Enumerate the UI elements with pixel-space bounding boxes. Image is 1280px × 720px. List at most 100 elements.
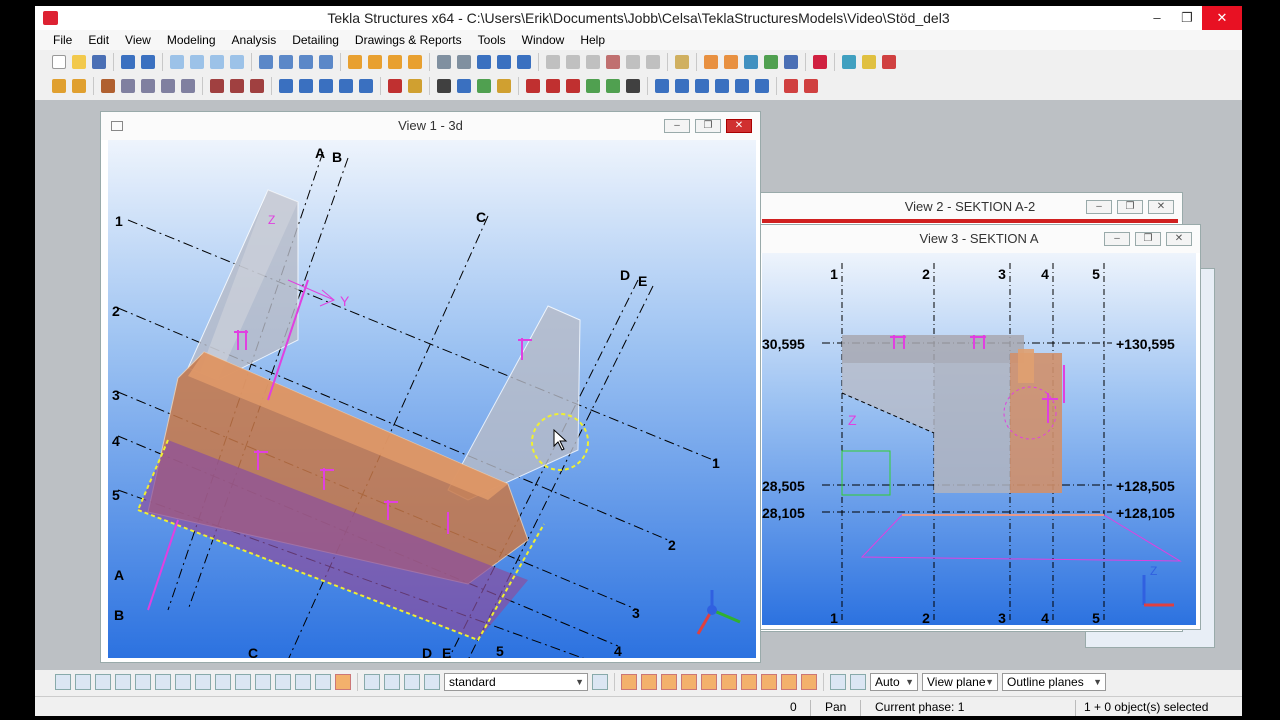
work-plane-icon[interactable] bbox=[457, 79, 471, 93]
create-drawing-icon[interactable] bbox=[348, 55, 362, 69]
component-icon[interactable] bbox=[586, 79, 600, 93]
grid-icon[interactable] bbox=[437, 79, 451, 93]
curved-beam-icon[interactable] bbox=[161, 79, 175, 93]
footing-icon[interactable] bbox=[359, 79, 373, 93]
reinforcing-bar-icon[interactable] bbox=[388, 79, 402, 93]
view3-drawing[interactable]: 1 2 3 4 5 1 2 3 4 5 30,595 +130,595 28,5… bbox=[762, 253, 1196, 625]
select-components-icon[interactable] bbox=[295, 674, 311, 690]
custom-component-icon[interactable] bbox=[606, 79, 620, 93]
snap-perpendicular-icon[interactable] bbox=[735, 79, 749, 93]
menu-drawings-reports[interactable]: Drawings & Reports bbox=[347, 30, 470, 50]
snap-center-icon[interactable] bbox=[804, 79, 818, 93]
snap-end-points-icon[interactable] bbox=[701, 674, 717, 690]
polybeam-icon[interactable] bbox=[141, 79, 155, 93]
dimension-icon[interactable] bbox=[546, 55, 560, 69]
steel-column-icon[interactable] bbox=[52, 79, 66, 93]
select-icon[interactable] bbox=[437, 55, 451, 69]
menu-edit[interactable]: Edit bbox=[80, 30, 117, 50]
snap-reference-lines-icon[interactable] bbox=[621, 674, 637, 690]
phase-icon[interactable] bbox=[675, 55, 689, 69]
cut-icon[interactable] bbox=[250, 79, 264, 93]
view2-title-bar[interactable]: View 2 - SEKTION A-2 – ❐ ✕ bbox=[758, 193, 1182, 221]
new-model-icon[interactable] bbox=[52, 55, 66, 69]
select-points-icon[interactable] bbox=[275, 674, 291, 690]
bolt-icon[interactable] bbox=[210, 79, 224, 93]
concrete-column-icon[interactable] bbox=[279, 79, 293, 93]
concrete-panel-icon[interactable] bbox=[339, 79, 353, 93]
select-welds-icon[interactable] bbox=[115, 674, 131, 690]
select-bolts-icon[interactable] bbox=[175, 674, 191, 690]
component-catalog-icon[interactable] bbox=[862, 55, 876, 69]
snap-extension-icon[interactable] bbox=[755, 79, 769, 93]
measure-bolt-icon[interactable] bbox=[646, 55, 660, 69]
menu-view[interactable]: View bbox=[117, 30, 159, 50]
select-planes-icon[interactable] bbox=[315, 674, 331, 690]
snap-intersect-icon[interactable] bbox=[715, 79, 729, 93]
export-icon[interactable] bbox=[744, 55, 758, 69]
assembly-icon[interactable] bbox=[724, 55, 738, 69]
report-icon[interactable] bbox=[388, 55, 402, 69]
restore-button[interactable]: ❐ bbox=[1172, 6, 1202, 30]
contour-plate-icon[interactable] bbox=[181, 79, 195, 93]
snap-intersections-icon[interactable] bbox=[761, 674, 777, 690]
construction-line-icon[interactable] bbox=[497, 79, 511, 93]
measure-angle-icon[interactable] bbox=[586, 55, 600, 69]
menu-file[interactable]: File bbox=[45, 30, 80, 50]
outline-mode-dropdown[interactable]: Outline planes ▼ bbox=[1002, 673, 1106, 691]
selection-filter-dropdown[interactable]: standard ▼ bbox=[444, 673, 588, 691]
view1-3d-model[interactable]: A B C D E A B C D E 1 2 3 4 5 1 2 3 4 5 … bbox=[108, 140, 756, 658]
menu-detailing[interactable]: Detailing bbox=[284, 30, 347, 50]
view2-minimize-button[interactable]: – bbox=[1086, 200, 1112, 214]
redraw-icon[interactable] bbox=[319, 55, 333, 69]
snap-mode-dropdown[interactable]: Auto ▼ bbox=[870, 673, 918, 691]
tekla-online-icon[interactable] bbox=[813, 55, 827, 69]
view1-minimize-button[interactable]: – bbox=[664, 119, 690, 133]
point-icon[interactable] bbox=[477, 79, 491, 93]
view3-minimize-button[interactable]: – bbox=[1104, 232, 1130, 246]
steel-beam-icon[interactable] bbox=[72, 79, 86, 93]
minimize-button[interactable]: – bbox=[1142, 6, 1172, 30]
view3-support-section[interactable] bbox=[934, 363, 1010, 493]
inquire-icon[interactable] bbox=[230, 55, 244, 69]
view3-window[interactable]: View 3 - SEKTION A – ❐ ✕ 1 2 3 4 5 1 2 3… bbox=[757, 224, 1201, 630]
snap-end-icon[interactable] bbox=[675, 79, 689, 93]
concrete-beam-icon[interactable] bbox=[299, 79, 313, 93]
zoom-icon[interactable] bbox=[457, 55, 471, 69]
view1-title-bar[interactable]: View 1 - 3d – ❐ ✕ bbox=[101, 112, 760, 140]
view-properties-icon[interactable] bbox=[279, 55, 293, 69]
next-icon[interactable] bbox=[842, 55, 856, 69]
plane-mode-dropdown[interactable]: View plane ▼ bbox=[922, 673, 998, 691]
create-view-icon[interactable] bbox=[259, 55, 273, 69]
snap-perpendicular-icon[interactable] bbox=[781, 674, 797, 690]
snap-geometry-lines-icon[interactable] bbox=[641, 674, 657, 690]
arc-icon[interactable] bbox=[626, 55, 640, 69]
view1-window[interactable]: View 1 - 3d – ❐ ✕ A B C D E A B C D E 1 … bbox=[100, 111, 761, 663]
load-icon[interactable] bbox=[546, 79, 560, 93]
explode-icon[interactable] bbox=[626, 79, 640, 93]
select-parts-icon[interactable] bbox=[75, 674, 91, 690]
properties-icon[interactable] bbox=[210, 55, 224, 69]
snap-center-points-icon[interactable] bbox=[721, 674, 737, 690]
select-assemblies-icon[interactable] bbox=[404, 674, 420, 690]
snap-lines-icon[interactable] bbox=[801, 674, 817, 690]
open-model-icon[interactable] bbox=[72, 55, 86, 69]
menu-help[interactable]: Help bbox=[572, 30, 613, 50]
undo-icon[interactable] bbox=[121, 55, 135, 69]
view3-slab-section[interactable] bbox=[842, 335, 1024, 363]
pour-break-icon[interactable] bbox=[408, 79, 422, 93]
select-views-icon[interactable] bbox=[155, 674, 171, 690]
select-nested-assemblies-icon[interactable] bbox=[424, 674, 440, 690]
rotate-icon[interactable] bbox=[477, 55, 491, 69]
snap-nearest-points-icon[interactable] bbox=[661, 674, 677, 690]
snap-free-icon[interactable] bbox=[850, 674, 866, 690]
measure-icon[interactable] bbox=[566, 55, 580, 69]
pan-icon[interactable] bbox=[497, 55, 511, 69]
snap-grid-icon[interactable] bbox=[830, 674, 846, 690]
view1-close-button[interactable]: ✕ bbox=[726, 119, 752, 133]
view1-canvas[interactable]: A B C D E A B C D E 1 2 3 4 5 1 2 3 4 5 … bbox=[108, 140, 756, 658]
select-grid-lines-icon[interactable] bbox=[255, 674, 271, 690]
view1-maximize-button[interactable]: ❐ bbox=[695, 119, 721, 133]
view2-close-button[interactable]: ✕ bbox=[1148, 200, 1174, 214]
menu-modeling[interactable]: Modeling bbox=[159, 30, 224, 50]
paste-icon[interactable] bbox=[190, 55, 204, 69]
